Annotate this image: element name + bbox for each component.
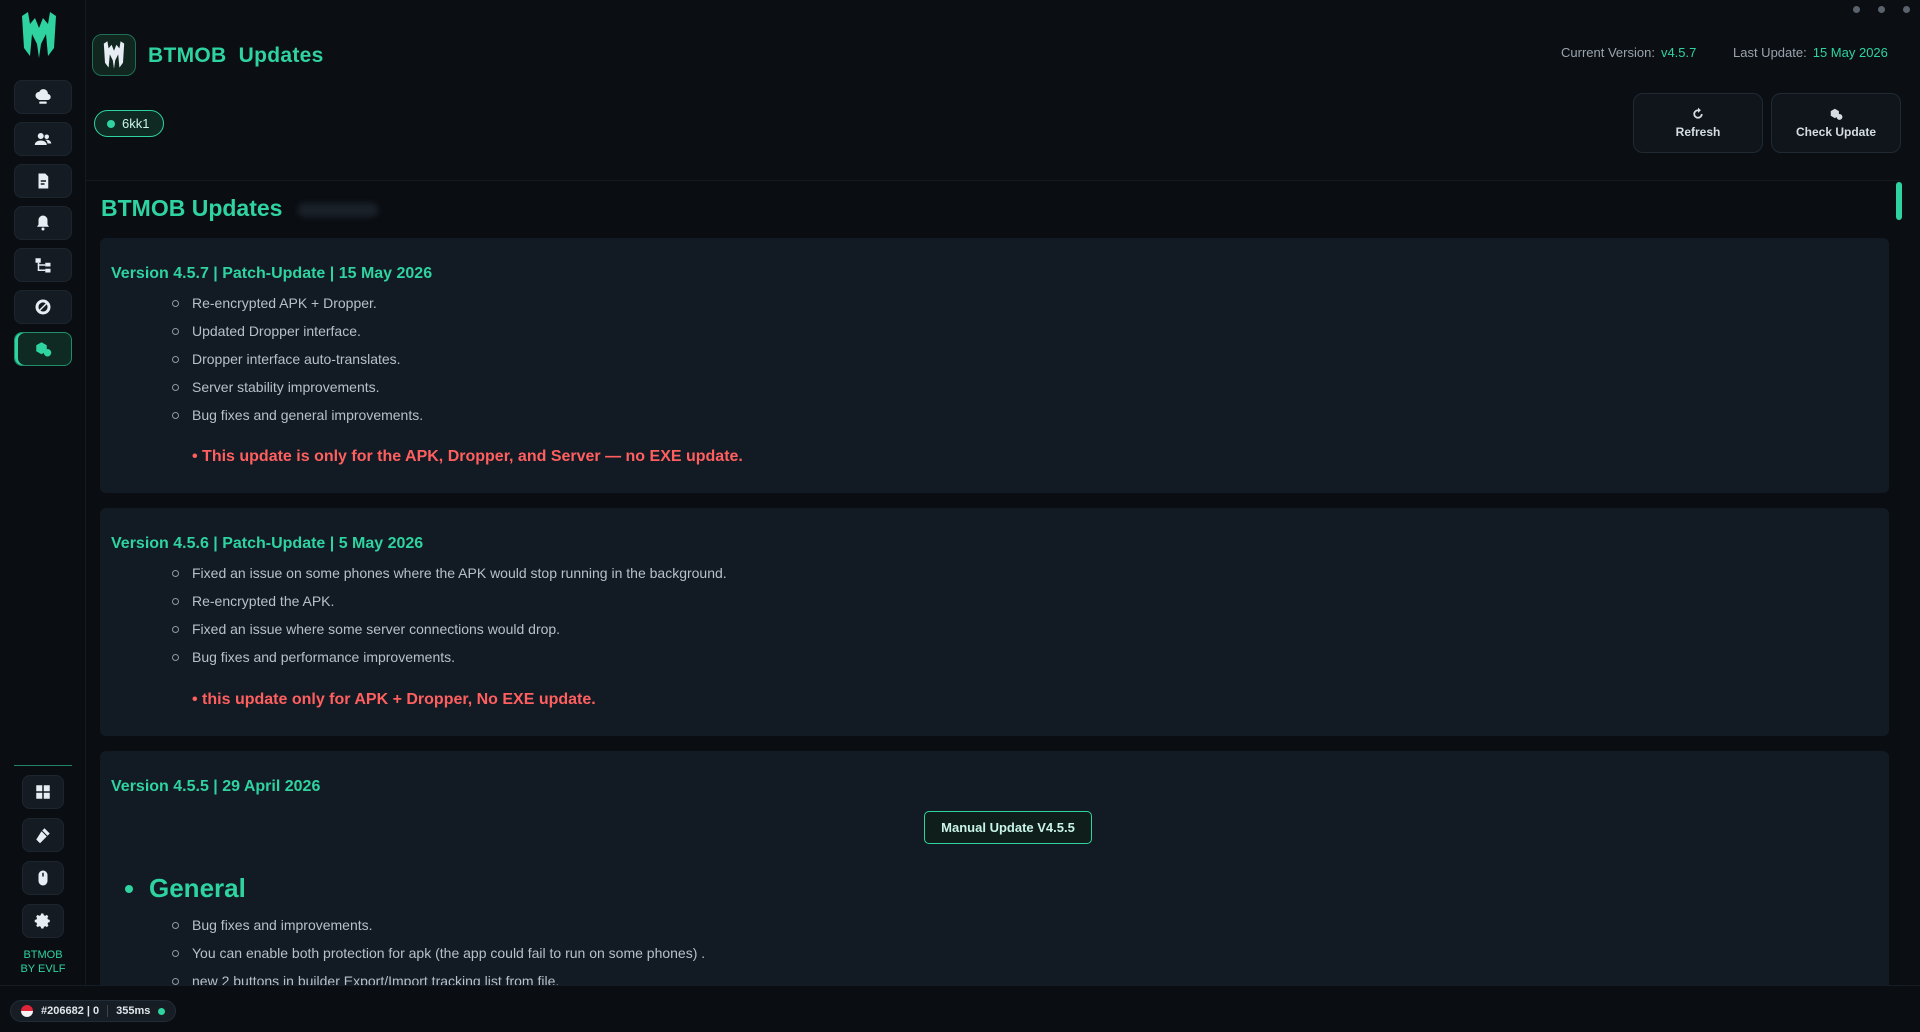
current-version-label: Current Version:: [1561, 45, 1655, 60]
sidebar-divider: [14, 765, 72, 766]
current-version-value: v4.5.7: [1660, 45, 1697, 60]
sidebar-item-tools[interactable]: [22, 818, 64, 852]
sidebar-item-settings[interactable]: [22, 904, 64, 938]
sidebar-item-server[interactable]: [14, 80, 72, 114]
brand-line-1: BTMOB: [23, 949, 63, 961]
release-card: Version 4.5.5 | 29 April 2026 Manual Upd…: [100, 751, 1889, 985]
release-warning: • This update is only for the APK, Dropp…: [192, 448, 743, 465]
flag-icon: [21, 1005, 33, 1017]
session-info: #206682 | 0: [41, 1005, 100, 1017]
list-item: Fixed an issue on some phones where the …: [172, 559, 727, 587]
online-status-dot: [107, 119, 115, 128]
list-item: Dropper interface auto-translates.: [171, 345, 423, 373]
connection-status[interactable]: #206682 | 0 355ms: [10, 1000, 177, 1022]
manual-update-button[interactable]: Manual Update V4.5.5: [924, 811, 1092, 844]
general-heading: General: [125, 873, 246, 904]
list-item: Bug fixes and general improvements.: [171, 401, 423, 429]
sidebar-item-documents[interactable]: [14, 164, 72, 198]
document-icon: [38, 173, 49, 189]
general-title: General: [149, 873, 246, 903]
last-update: Last Update: 15 May 2026: [1733, 45, 1888, 60]
cloud-server-icon: [35, 89, 51, 104]
list-item: Re-encrypted the APK.: [172, 587, 727, 615]
sidebar-item-blocked[interactable]: [14, 290, 72, 324]
scrollbar-thumb[interactable]: [1896, 182, 1902, 220]
release-notes-list: Fixed an issue on some phones where the …: [172, 559, 727, 671]
app-logo-icon: [22, 12, 56, 58]
block-icon: [35, 299, 51, 315]
current-version: Current Version: v4.5.7: [1561, 45, 1696, 60]
release-notes-list: Re-encrypted APK + Dropper. Updated Drop…: [171, 289, 423, 429]
bell-icon: [37, 215, 49, 231]
minimize-button[interactable]: [1853, 6, 1860, 13]
updates-icon: [36, 342, 52, 357]
blurred-tag: [298, 203, 378, 217]
window-controls: [1853, 6, 1910, 13]
package-update-icon: [1830, 108, 1843, 120]
sidebar-item-notifications[interactable]: [14, 206, 72, 240]
close-button[interactable]: [1903, 6, 1910, 13]
list-item: Updated Dropper interface.: [171, 317, 423, 345]
sidebar-item-mouse[interactable]: [22, 861, 64, 895]
release-card: Version 4.5.6 | Patch-Update | 5 May 202…: [100, 508, 1889, 736]
release-notes-list: Bug fixes and improvements. You can enab…: [171, 911, 705, 985]
sidebar-item-updates[interactable]: [14, 332, 72, 366]
list-item: Fixed an issue where some server connect…: [172, 615, 727, 643]
refresh-label: Refresh: [1675, 125, 1721, 139]
updates-panel: BTMOB Updates Version 4.5.7 | Patch-Upda…: [86, 180, 1900, 985]
last-update-label: Last Update:: [1733, 45, 1807, 60]
brand-line-2: BY EVLF: [20, 963, 66, 975]
connection-dot: [158, 1007, 166, 1015]
client-chip-label: 6kk1: [122, 116, 150, 131]
client-chip[interactable]: 6kk1: [94, 110, 165, 137]
apps-icon: [36, 785, 50, 799]
release-heading: Version 4.5.5 | 29 April 2026: [111, 778, 321, 795]
list-item: Bug fixes and performance improvements.: [172, 643, 727, 671]
sidebar-item-apps[interactable]: [22, 775, 64, 809]
check-update-label: Check Update: [1795, 125, 1877, 139]
app-header-icon: [92, 34, 136, 76]
release-warning: • this update only for APK + Dropper, No…: [192, 691, 596, 708]
list-item: Re-encrypted APK + Dropper.: [171, 289, 423, 317]
section-title: BTMOB Updates: [101, 195, 283, 221]
list-item: You can enable both protection for apk (…: [171, 939, 705, 967]
refresh-button[interactable]: Refresh: [1633, 93, 1763, 153]
release-heading: Version 4.5.6 | Patch-Update | 5 May 202…: [111, 535, 424, 552]
mouse-icon: [38, 870, 48, 886]
maximize-button[interactable]: [1878, 6, 1885, 13]
app-logo-icon: [103, 41, 125, 69]
list-item: Bug fixes and improvements.: [171, 911, 705, 939]
refresh-icon: [1693, 107, 1703, 119]
list-item: Server stability improvements.: [171, 373, 423, 401]
last-update-value: 15 May 2026: [1812, 45, 1888, 60]
network-icon: [35, 258, 51, 273]
sidebar-item-network[interactable]: [14, 248, 72, 282]
sidebar: BTMOB BY EVLF: [0, 0, 86, 985]
check-update-button[interactable]: Check Update: [1771, 93, 1901, 153]
release-heading: Version 4.5.7 | Patch-Update | 15 May 20…: [111, 265, 433, 282]
status-divider: [107, 1005, 109, 1017]
brand-label: BTMOB BY EVLF: [0, 948, 86, 976]
status-bar: #206682 | 0 355ms: [0, 985, 1920, 1032]
heading-bullet: [125, 884, 133, 893]
sidebar-item-users[interactable]: [14, 122, 72, 156]
latency-value: 355ms: [116, 1005, 151, 1017]
gear-icon: [34, 913, 50, 929]
tools-icon: [36, 828, 50, 844]
release-card: Version 4.5.7 | Patch-Update | 15 May 20…: [100, 238, 1889, 493]
page-title: BTMOB Updates: [148, 44, 324, 67]
list-item: new 2 buttons in builder Export/Import t…: [171, 967, 705, 985]
users-icon: [34, 133, 52, 145]
